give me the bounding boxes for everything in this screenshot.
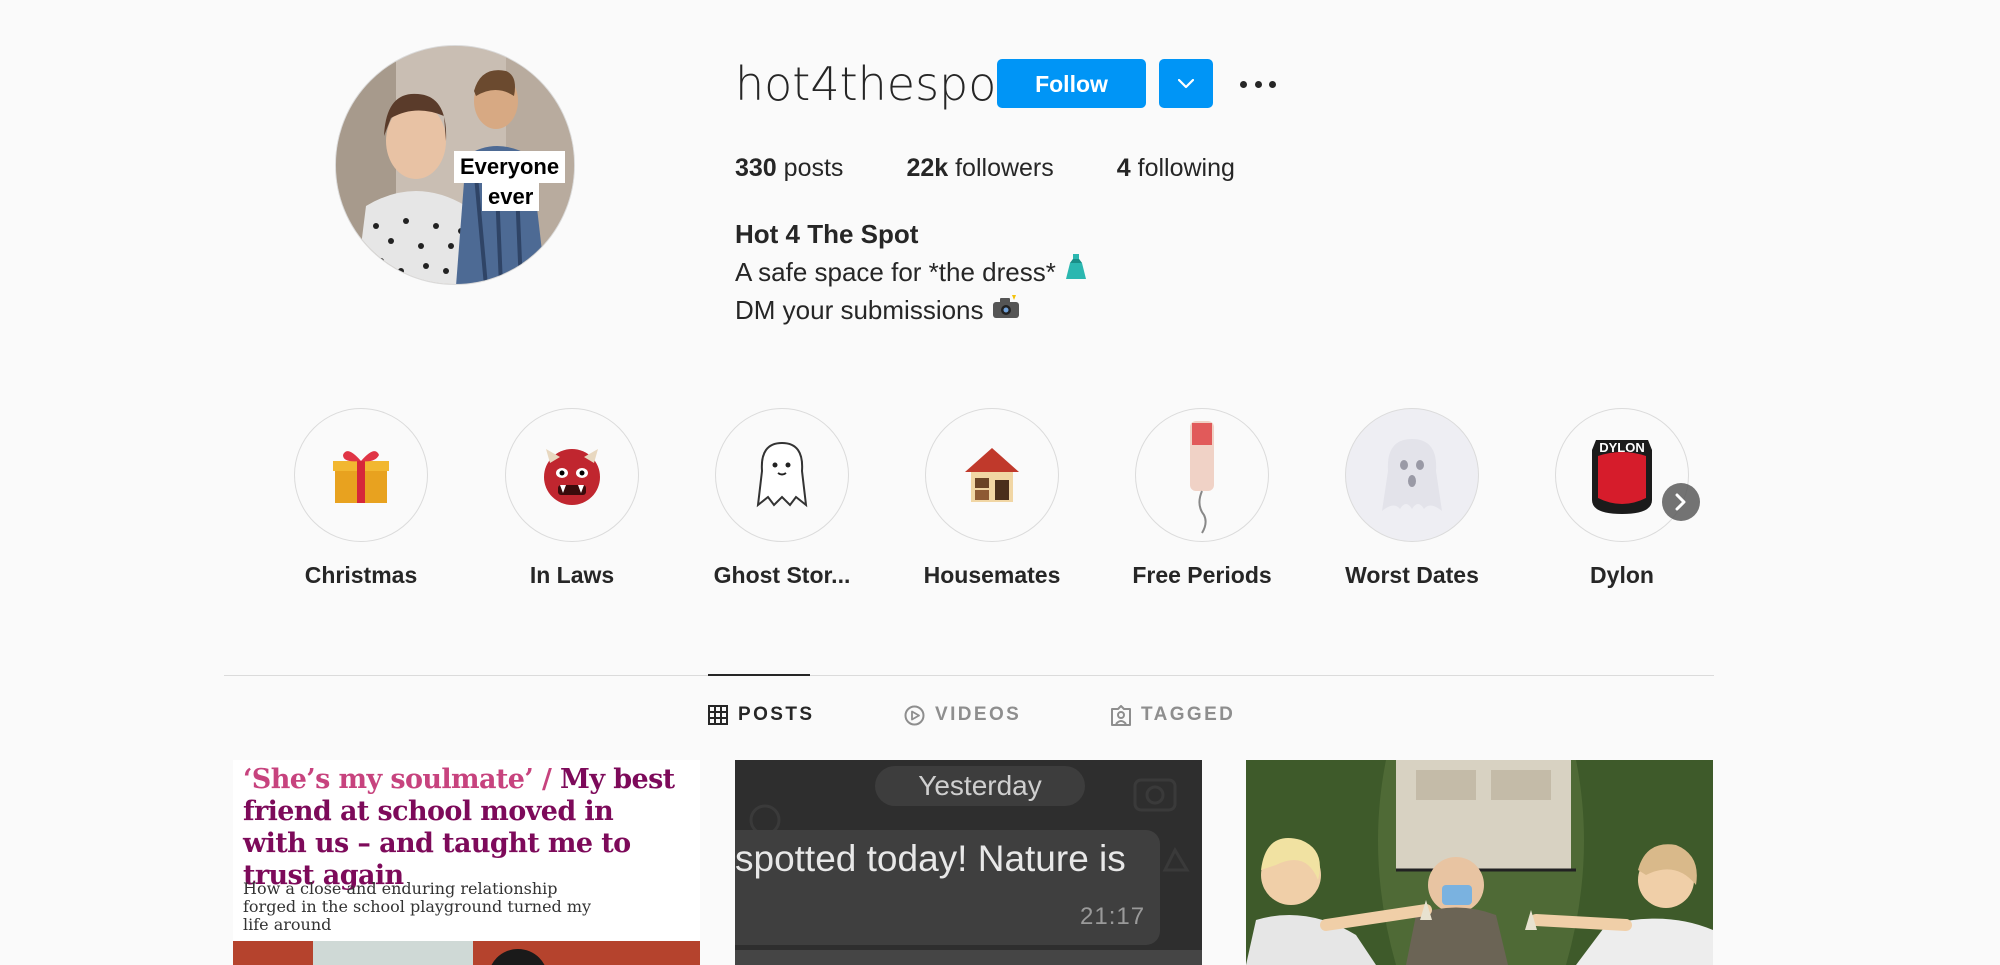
profile-stats: 330 posts 22k followers 4 following xyxy=(735,150,1298,186)
highlight-cover xyxy=(715,408,849,542)
highlight-label: In Laws xyxy=(529,562,615,588)
avatar-caption-line2: ever xyxy=(488,184,534,209)
followers-count: 22k xyxy=(906,154,949,182)
ghost-icon xyxy=(756,441,808,508)
highlight-cover xyxy=(925,408,1059,542)
dress-icon xyxy=(1064,253,1088,291)
house-icon xyxy=(965,448,1019,502)
bio-line-2: DM your submissions xyxy=(735,291,1020,329)
bio-line-2-text: DM your submissions xyxy=(735,295,984,325)
post-photo xyxy=(233,941,700,965)
chat-message: spotted today! Nature is xyxy=(735,838,1126,879)
ogre-icon xyxy=(544,449,600,505)
highlight-in-laws[interactable]: In Laws xyxy=(487,408,657,590)
bio-line-1-text: A safe space for *the dress* xyxy=(735,257,1056,287)
ghost-icon xyxy=(1382,439,1442,511)
more-dot-icon xyxy=(1269,80,1276,88)
svg-text:DYLON: DYLON xyxy=(1599,440,1645,455)
tampon-icon xyxy=(1190,421,1214,534)
tab-posts-label: POSTS xyxy=(738,704,815,725)
following-count: 4 xyxy=(1116,154,1131,182)
post-headline-quote: ‘She’s my soulmate’ / xyxy=(243,764,552,795)
post-tile[interactable] xyxy=(1246,760,1713,965)
highlights-next-button[interactable] xyxy=(1662,483,1700,521)
avatar-caption-line1: Everyone xyxy=(460,154,560,179)
chat-time: 21:17 xyxy=(1080,903,1146,930)
gift-icon xyxy=(333,451,389,503)
profile-page: Everyone ever hot4thespot Follow 330 pos… xyxy=(0,0,2000,965)
tab-tagged-label: TAGGED xyxy=(1141,704,1236,725)
bio-line-1: A safe space for *the dress* xyxy=(735,253,1088,291)
tag-person-icon xyxy=(1111,704,1131,726)
tab-tagged[interactable]: TAGGED xyxy=(1111,704,1235,726)
tabs-divider xyxy=(224,675,1714,676)
highlight-cover xyxy=(1345,408,1479,542)
follow-button[interactable]: Follow xyxy=(997,59,1146,108)
tab-posts[interactable]: POSTS xyxy=(708,704,814,726)
highlight-label: Free Periods xyxy=(1132,562,1272,588)
active-tab-indicator xyxy=(708,674,810,676)
chevron-right-icon xyxy=(1675,493,1686,511)
post-headline: ‘She’s my soulmate’ / My best friend at … xyxy=(243,764,683,892)
chat-next-bubble xyxy=(735,950,1202,965)
highlight-cover xyxy=(505,408,639,542)
following-stat[interactable]: 4 following xyxy=(1117,150,1235,186)
more-dot-icon xyxy=(1240,80,1247,88)
highlight-label: Christmas xyxy=(304,562,418,588)
highlight-cover xyxy=(1135,408,1269,542)
highlight-christmas[interactable]: Christmas xyxy=(276,408,446,590)
profile-avatar[interactable]: Everyone ever xyxy=(335,45,575,285)
dye-pod-icon: DYLON xyxy=(1592,440,1652,514)
posts-stat: 330 posts xyxy=(735,150,843,186)
profile-username: hot4thespot xyxy=(735,57,1015,111)
followers-label: followers xyxy=(955,154,1054,182)
posts-label: posts xyxy=(783,154,844,182)
play-icon xyxy=(904,705,925,725)
suggested-accounts-button[interactable] xyxy=(1159,59,1213,108)
chevron-down-icon xyxy=(1178,78,1194,88)
highlight-housemates[interactable]: Housemates xyxy=(907,408,1077,590)
highlight-label: Ghost Stor... xyxy=(713,562,851,588)
camera-flash-icon xyxy=(992,291,1020,329)
posts-count: 330 xyxy=(735,154,777,182)
highlight-ghost-stories[interactable]: Ghost Stor... xyxy=(697,408,867,590)
avatar-caption-2: ever xyxy=(482,183,540,211)
highlight-label: Worst Dates xyxy=(1345,562,1479,588)
highlight-cover: DYLON xyxy=(1555,408,1689,542)
options-button[interactable] xyxy=(1240,70,1276,98)
highlight-label: Housemates xyxy=(923,562,1061,588)
bio-display-name: Hot 4 The Spot xyxy=(735,219,919,249)
followers-stat[interactable]: 22k followers xyxy=(906,150,1053,186)
avatar-caption: Everyone xyxy=(454,151,566,183)
post-photo xyxy=(1246,760,1713,965)
post-tile[interactable]: ‘She’s my soulmate’ / My best friend at … xyxy=(233,760,700,965)
post-subhead: How a close and enduring relationship fo… xyxy=(243,879,592,934)
grid-icon xyxy=(708,705,728,725)
more-dot-icon xyxy=(1254,80,1262,88)
highlight-cover xyxy=(294,408,428,542)
tab-videos-label: VIDEOS xyxy=(935,704,1022,725)
highlight-worst-dates[interactable]: Worst Dates xyxy=(1327,408,1497,590)
following-label: following xyxy=(1137,154,1235,182)
chat-day-label: Yesterday xyxy=(875,766,1085,806)
post-tile[interactable]: Yesterday spotted today! Nature is 21:17 xyxy=(735,760,1202,965)
highlight-free-periods[interactable]: Free Periods xyxy=(1117,408,1287,590)
tab-videos[interactable]: VIDEOS xyxy=(904,704,1021,726)
highlight-label: Dylon xyxy=(1590,562,1654,588)
